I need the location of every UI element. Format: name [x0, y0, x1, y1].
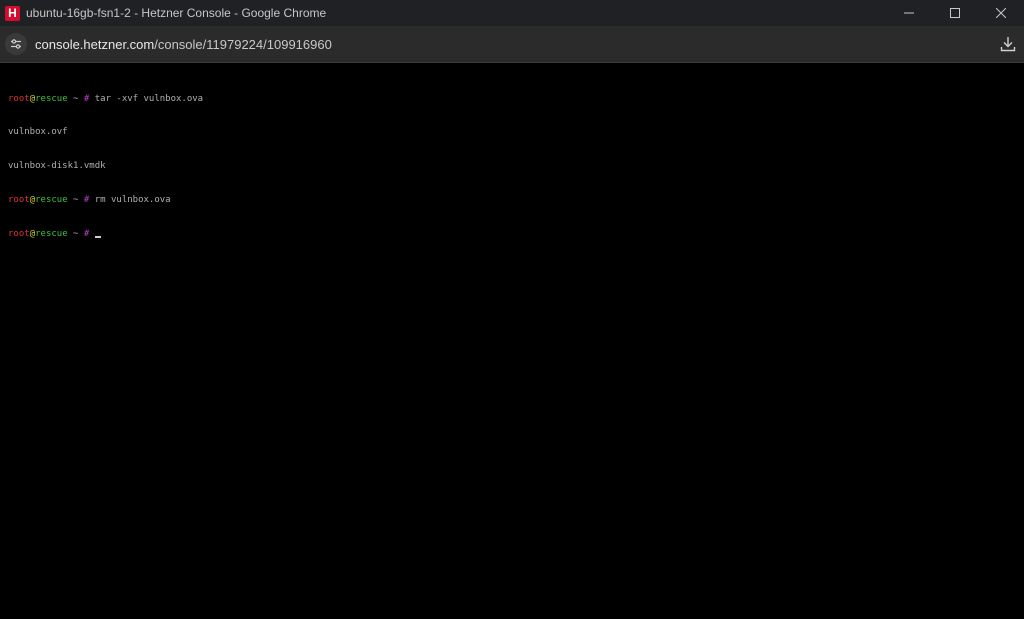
- site-info-button[interactable]: [5, 33, 27, 55]
- terminal-line-2: vulnbox.ovf: [8, 127, 1024, 138]
- terminal-cursor: [94, 236, 101, 239]
- terminal-console[interactable]: root@rescue ~ # tar -xvf vulnbox.ova vul…: [0, 63, 1024, 619]
- prompt-dir: ~: [67, 229, 84, 240]
- prompt-host: rescue: [35, 93, 68, 104]
- prompt-dir: ~: [67, 195, 84, 206]
- terminal-line-3: vulnbox-disk1.vmdk: [8, 161, 1024, 172]
- output-text: vulnbox.ovf: [8, 127, 68, 138]
- prompt-host: rescue: [35, 195, 68, 206]
- command-text: rm vulnbox.ova: [89, 195, 171, 206]
- prompt-dir: ~: [67, 93, 84, 104]
- maximize-button[interactable]: [932, 0, 978, 26]
- terminal-line-5: root@rescue ~ #: [8, 229, 1024, 240]
- prompt-host: rescue: [35, 229, 68, 240]
- prompt-user: root: [8, 195, 30, 206]
- app-icon-letter: H: [8, 5, 17, 20]
- command-text: tar -xvf vulnbox.ova: [89, 93, 204, 104]
- minimize-button[interactable]: [886, 0, 932, 26]
- url-text[interactable]: console.hetzner.com/console/11979224/109…: [35, 37, 332, 52]
- prompt-user: root: [8, 93, 30, 104]
- url-path: /console/11979224/109916960: [154, 36, 332, 52]
- terminal-line-4: root@rescue ~ # rm vulnbox.ova: [8, 195, 1024, 206]
- terminal-output: root@rescue ~ # tar -xvf vulnbox.ova vul…: [0, 63, 1024, 263]
- minimize-icon: [904, 12, 914, 14]
- terminal-line-1: root@rescue ~ # tar -xvf vulnbox.ova: [8, 94, 1024, 105]
- close-icon: [996, 8, 1006, 18]
- download-button[interactable]: [998, 34, 1018, 54]
- window-controls: [886, 0, 1024, 26]
- window-title: ubuntu-16gb-fsn1-2 - Hetzner Console - G…: [26, 6, 327, 20]
- hetzner-logo-icon: H: [5, 5, 20, 21]
- maximize-icon: [950, 8, 960, 18]
- title-bar: H ubuntu-16gb-fsn1-2 - Hetzner Console -…: [0, 0, 1024, 26]
- tune-icon: [11, 39, 21, 49]
- url-host: console.hetzner.com: [35, 36, 155, 52]
- prompt-user: root: [8, 229, 30, 240]
- output-text: vulnbox-disk1.vmdk: [8, 161, 106, 172]
- download-icon: [1000, 37, 1016, 52]
- close-button[interactable]: [978, 0, 1024, 26]
- address-bar: console.hetzner.com/console/11979224/109…: [0, 26, 1024, 63]
